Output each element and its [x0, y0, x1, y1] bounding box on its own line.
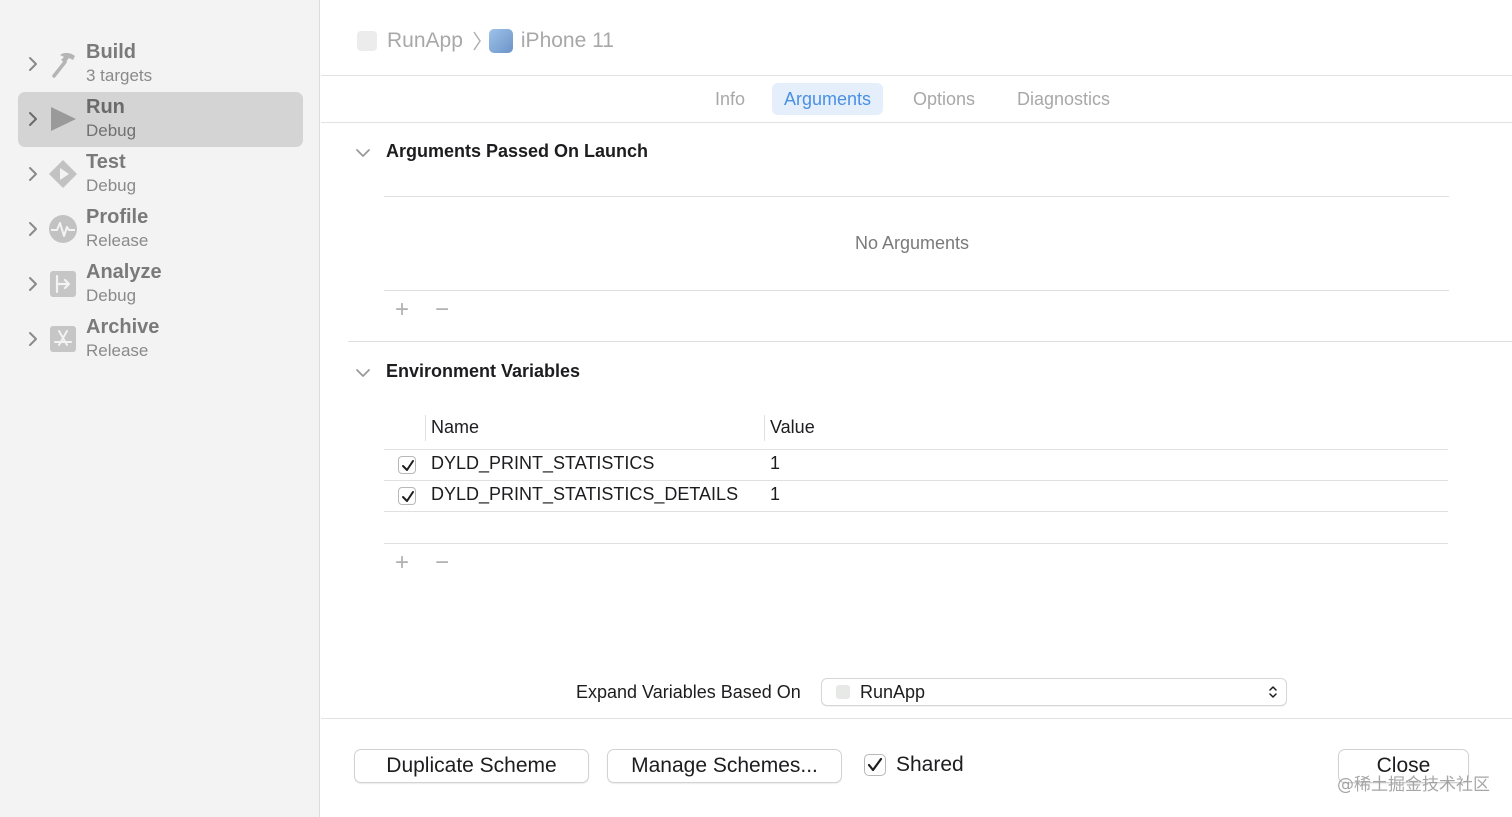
- sidebar-item-profile[interactable]: Profile Release: [18, 202, 303, 257]
- sidebar-item-subtitle: Release: [86, 341, 149, 360]
- chevron-right-icon[interactable]: [26, 54, 40, 74]
- env-var-value[interactable]: 1: [770, 453, 780, 474]
- divider: [321, 75, 1512, 76]
- expand-variables-popup[interactable]: RunApp: [821, 678, 1287, 706]
- environment-section-title: Environment Variables: [386, 361, 581, 381]
- sidebar-item-subtitle: Debug: [86, 121, 137, 140]
- tab-options[interactable]: Options: [901, 83, 987, 115]
- shared-checkbox[interactable]: [864, 754, 886, 776]
- row-enabled-checkbox[interactable]: [398, 456, 416, 474]
- arguments-section-title: Arguments Passed On Launch: [386, 141, 649, 161]
- divider: [384, 290, 1449, 291]
- row-enabled-checkbox[interactable]: [398, 487, 416, 505]
- sidebar-item-title: Analyze: [86, 261, 162, 283]
- sidebar-item-title: Run: [86, 96, 125, 118]
- sidebar-item-analyze[interactable]: Analyze Debug: [18, 257, 303, 312]
- breadcrumb-device[interactable]: iPhone 11: [521, 29, 614, 53]
- chevron-down-icon[interactable]: [355, 367, 371, 379]
- tab-info[interactable]: Info: [703, 83, 757, 115]
- remove-argument-button[interactable]: −: [435, 298, 449, 322]
- sidebar-item-test[interactable]: Test Debug: [18, 147, 303, 202]
- remove-variable-button[interactable]: −: [435, 551, 449, 575]
- sidebar-item-title: Test: [86, 151, 126, 173]
- sidebar-item-subtitle: Release: [86, 231, 149, 250]
- env-var-name[interactable]: DYLD_PRINT_STATISTICS_DETAILS: [431, 484, 738, 505]
- up-down-arrows-icon: [1269, 686, 1277, 698]
- divider: [384, 480, 1448, 481]
- divider: [384, 511, 1448, 512]
- divider: [321, 718, 1512, 719]
- env-var-value[interactable]: 1: [770, 484, 780, 505]
- shared-label[interactable]: Shared: [896, 753, 964, 777]
- popup-selected-value: RunApp: [860, 682, 926, 702]
- app-icon: [357, 31, 377, 51]
- app-store-icon: [50, 326, 76, 352]
- divider: [384, 196, 1449, 197]
- chevron-right-icon[interactable]: [26, 164, 40, 184]
- breadcrumb: RunApp iPhone 11: [357, 26, 614, 56]
- simulator-icon: [488, 29, 513, 53]
- sidebar-item-title: Archive: [86, 316, 160, 338]
- chevron-down-icon[interactable]: [355, 147, 371, 159]
- add-variable-button[interactable]: +: [395, 551, 409, 575]
- chevron-right-icon[interactable]: [26, 109, 40, 129]
- play-icon: [51, 107, 76, 131]
- duplicate-scheme-button[interactable]: Duplicate Scheme: [354, 749, 589, 783]
- sidebar-item-title: Build: [86, 41, 136, 63]
- column-header-value[interactable]: Value: [770, 417, 815, 438]
- scheme-action-sidebar: Build 3 targets Run Debug Test Debug Pro…: [0, 0, 320, 817]
- tab-bar: Info Arguments Options Diagnostics: [321, 83, 1512, 117]
- sidebar-item-subtitle: 3 targets: [86, 66, 153, 85]
- waveform-icon: [49, 215, 77, 243]
- test-diamond-icon: [49, 160, 77, 188]
- chevron-right-icon[interactable]: [26, 274, 40, 294]
- no-arguments-text: No Arguments: [855, 233, 970, 253]
- divider: [384, 449, 1448, 450]
- add-argument-button[interactable]: +: [395, 298, 409, 322]
- column-separator: [425, 415, 426, 441]
- divider: [348, 341, 1512, 342]
- chevron-right-icon[interactable]: [26, 219, 40, 239]
- column-separator: [764, 415, 765, 441]
- sidebar-item-title: Profile: [86, 206, 149, 228]
- watermark-text: @稀土掘金技术社区: [1337, 775, 1490, 795]
- hammer-icon: [52, 52, 75, 78]
- manage-schemes-button[interactable]: Manage Schemes...: [607, 749, 842, 783]
- sidebar-item-run[interactable]: Run Debug: [18, 92, 303, 147]
- column-header-name[interactable]: Name: [431, 417, 479, 438]
- sidebar-item-subtitle: Debug: [86, 176, 137, 195]
- breadcrumb-scheme[interactable]: RunApp: [387, 29, 463, 53]
- chevron-right-icon: [473, 31, 481, 51]
- chevron-right-icon[interactable]: [26, 329, 40, 349]
- app-icon: [836, 685, 850, 699]
- checkmark-icon: [867, 757, 883, 772]
- scheme-editor-panel: RunApp iPhone 11 Info Arguments Options …: [321, 0, 1512, 817]
- checkmark-icon: [402, 491, 414, 502]
- sidebar-item-build[interactable]: Build 3 targets: [18, 37, 303, 92]
- divider: [321, 122, 1512, 123]
- sidebar-item-archive[interactable]: Archive Release: [18, 312, 303, 367]
- divider: [384, 543, 1448, 544]
- env-var-name[interactable]: DYLD_PRINT_STATISTICS: [431, 453, 654, 474]
- sidebar-item-subtitle: Debug: [86, 286, 137, 305]
- tab-arguments[interactable]: Arguments: [772, 83, 884, 115]
- expand-variables-label: Expand Variables Based On: [576, 682, 801, 702]
- tab-diagnostics[interactable]: Diagnostics: [1005, 83, 1122, 115]
- checkmark-icon: [402, 460, 414, 471]
- analyze-icon: [50, 271, 76, 297]
